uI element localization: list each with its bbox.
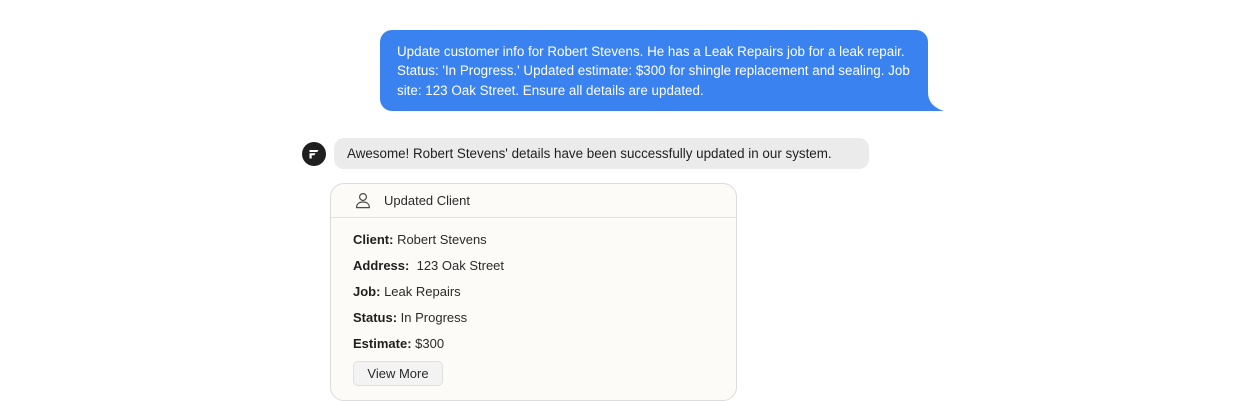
detail-value: In Progress — [397, 310, 468, 325]
detail-value: Leak Repairs — [380, 284, 461, 299]
detail-row-job: Job: Leak Repairs — [353, 284, 461, 300]
user-message-text: Update customer info for Robert Stevens.… — [397, 44, 910, 98]
bubble-tail-icon — [926, 92, 944, 111]
detail-row-estimate: Estimate: $300 — [353, 336, 444, 352]
user-message-bubble: Update customer info for Robert Stevens.… — [380, 30, 928, 111]
detail-value: $300 — [411, 336, 445, 351]
updated-client-card: Updated Client Client: Robert Stevens Ad… — [330, 183, 737, 401]
detail-row-status: Status: In Progress — [353, 310, 467, 326]
detail-label: Client: — [353, 232, 394, 247]
detail-value: 123 Oak Street — [409, 258, 505, 273]
detail-value: Robert Stevens — [393, 232, 487, 247]
detail-row-address: Address: 123 Oak Street — [353, 258, 504, 274]
assistant-avatar — [302, 142, 326, 166]
detail-row-client: Client: Robert Stevens — [353, 232, 487, 248]
detail-label: Address: — [353, 258, 410, 273]
detail-label: Estimate: — [353, 336, 412, 351]
chat-page: Update customer info for Robert Stevens.… — [0, 0, 1246, 401]
detail-label: Status: — [353, 310, 398, 325]
view-more-button[interactable]: View More — [353, 361, 443, 386]
assistant-message-text: Awesome! Robert Stevens' details have be… — [347, 146, 832, 161]
assistant-message-bubble: Awesome! Robert Stevens' details have be… — [334, 138, 869, 169]
person-icon — [356, 192, 370, 209]
detail-label: Job: — [353, 284, 381, 299]
card-title: Updated Client — [384, 193, 470, 208]
card-header: Updated Client — [331, 184, 736, 218]
assistant-logo-icon — [309, 150, 319, 159]
